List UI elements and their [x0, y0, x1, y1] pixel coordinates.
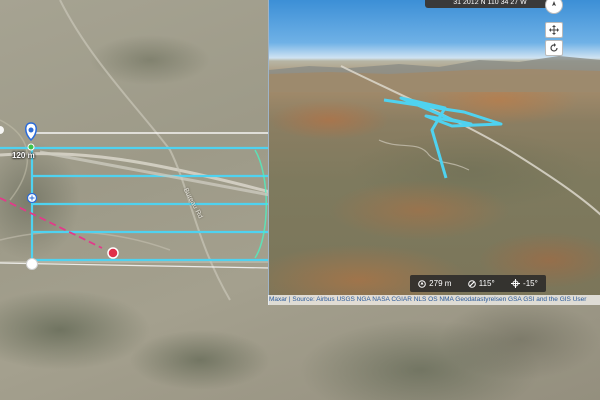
altitude-value: 279 m — [429, 279, 452, 288]
dashed-flight-path — [0, 197, 103, 249]
3d-track — [378, 139, 470, 171]
edge-handle[interactable] — [0, 126, 4, 134]
waypoint-pin-icon[interactable] — [25, 122, 37, 151]
tilt-stat: -15° — [511, 279, 538, 288]
dirt-road — [0, 231, 171, 251]
heading-stat: 115° — [467, 279, 495, 288]
coordinate-readout: 31 2012 N 110 34 27 W — [425, 0, 555, 8]
heading-value: 115° — [478, 279, 495, 288]
target-point[interactable] — [107, 247, 119, 259]
main-road — [39, 150, 271, 197]
pan-button[interactable] — [545, 22, 563, 38]
rotate-icon — [550, 43, 558, 52]
tilt-icon — [511, 279, 521, 288]
map-attribution: Maxar | Source: Airbus USGS NGA NASA CGI… — [268, 295, 600, 305]
rotate-button[interactable] — [545, 40, 563, 56]
boundary-line — [0, 262, 271, 269]
route-end-handle[interactable] — [26, 258, 38, 270]
camera-stats-bar: 279 m 115° -15° — [410, 275, 546, 292]
pan-icon — [549, 25, 559, 35]
altitude-icon — [418, 279, 426, 288]
3d-survey-route[interactable] — [383, 96, 503, 179]
tilt-value: -15° — [523, 279, 538, 288]
dirt-road — [59, 0, 231, 301]
heading-icon — [467, 279, 476, 288]
dirt-road — [0, 119, 29, 201]
compass-icon — [552, 1, 556, 6]
altitude-stat: 279 m — [418, 279, 451, 288]
3d-terrain-view[interactable]: 31 2012 N 110 34 27 W — [268, 0, 600, 305]
survey-route[interactable] — [0, 146, 270, 262]
waypoint-altitude-label: 120 m — [12, 151, 35, 160]
